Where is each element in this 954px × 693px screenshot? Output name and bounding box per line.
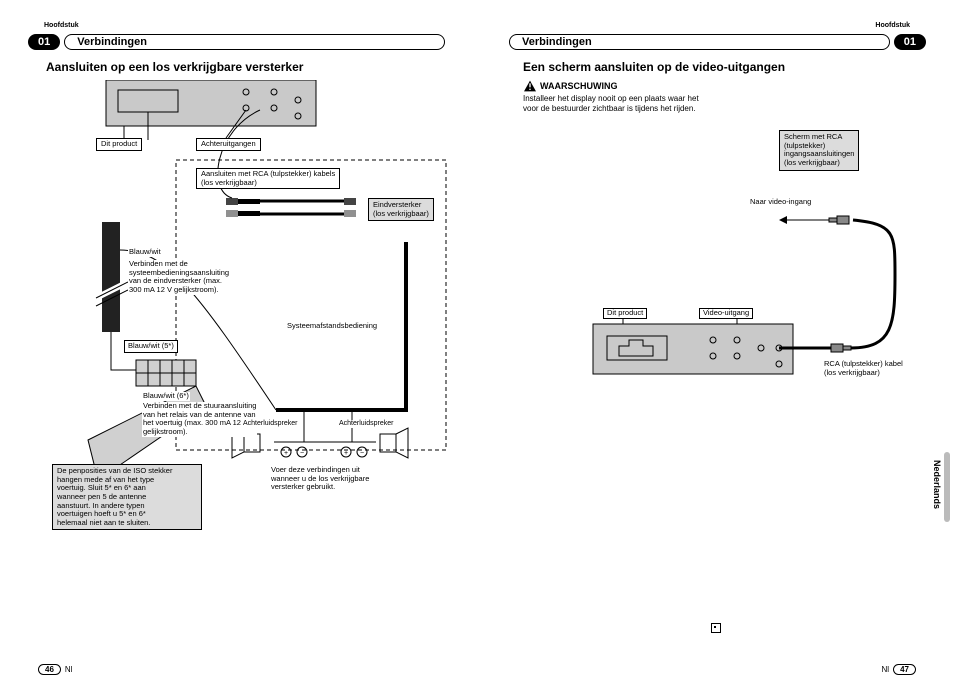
- page-right: Hoofdstuk 01 Verbindingen Een scherm aan…: [477, 0, 954, 693]
- chapter-label-right: Hoofdstuk: [875, 22, 910, 29]
- label-rca-note: Aansluiten met RCA (tulpstekker) kabels …: [196, 168, 340, 189]
- svg-text:+: +: [284, 450, 288, 457]
- label-video-uitgang: Video-uitgang: [699, 308, 753, 319]
- page-number-right: 47: [893, 664, 916, 675]
- label-dit-product: Dit product: [96, 138, 142, 151]
- page-footer-right: Nl 47: [882, 664, 916, 675]
- language-tab-bar: [944, 452, 950, 522]
- wiring-svg-right: [523, 124, 923, 424]
- label-blauwwit-desc: Verbinden met de systeembedieningsaanslu…: [128, 260, 230, 295]
- chapter-number-pill-left: 01: [28, 34, 60, 50]
- label-blauwwit5: Blauw/wit (5*): [124, 340, 178, 353]
- section-bar-right: 01 Verbindingen: [505, 34, 926, 50]
- chapter-label-left: Hoofdstuk: [44, 22, 79, 29]
- section-end-icon: [711, 623, 721, 633]
- label-achterluidspreker-r: Achterluidspreker: [338, 420, 394, 428]
- page-footer-left: 46 Nl: [38, 664, 72, 675]
- warning-body: Installeer het display nooit op een plaa…: [523, 94, 753, 114]
- svg-text:+: +: [344, 450, 348, 457]
- language-tab: Nederlands: [932, 460, 942, 509]
- section-bar-left: 01 Verbindingen: [28, 34, 449, 50]
- svg-text:−: −: [300, 450, 304, 457]
- label-systeem: Systeemafstandsbediening: [286, 322, 378, 331]
- label-dit-product-r: Dit product: [603, 308, 647, 319]
- section-title-left: Verbindingen: [64, 34, 445, 50]
- page-number-left: 46: [38, 664, 61, 675]
- warning-icon: [523, 80, 537, 92]
- diagram-amplifier: + − + − Dit product Achteruitgangen Aans…: [46, 80, 466, 540]
- svg-text:−: −: [360, 450, 364, 457]
- label-achterluidspreker-l: Achterluidspreker: [242, 420, 298, 428]
- warning-label: WAARSCHUWING: [540, 81, 618, 91]
- warning-row: WAARSCHUWING: [523, 80, 926, 92]
- heading-right: Een scherm aansluiten op de video-uitgan…: [523, 60, 926, 74]
- label-blauwwit6-desc: Verbinden met de stuuraansluiting van he…: [142, 402, 257, 437]
- heading-left: Aansluiten op een los verkrijgbare verst…: [46, 60, 449, 74]
- lang-code-right: Nl: [882, 665, 890, 674]
- label-blauwwit-head: Blauw/wit: [128, 248, 162, 257]
- diagram-video: Scherm met RCA (tulpstekker) ingangsaans…: [523, 124, 923, 424]
- label-naar-video: Naar video-ingang: [749, 198, 812, 207]
- lang-code-left: Nl: [65, 665, 73, 674]
- section-title-right: Verbindingen: [509, 34, 890, 50]
- label-eindversterker: Eindversterker (los verkrijgbaar): [368, 198, 434, 221]
- chapter-number-pill-right: 01: [894, 34, 926, 50]
- label-scherm-box: Scherm met RCA (tulpstekker) ingangsaans…: [779, 130, 859, 171]
- label-blauwwit6: Blauw/wit (6*): [142, 392, 190, 401]
- label-achteruitgangen: Achteruitgangen: [196, 138, 261, 151]
- page-left: Hoofdstuk 01 Verbindingen Aansluiten op …: [0, 0, 477, 693]
- label-rca-kabel: RCA (tulpstekker) kabel (los verkrijgbaa…: [823, 360, 904, 377]
- label-voer-deze: Voer deze verbindingen uit wanneer u de …: [270, 466, 370, 492]
- label-iso-note: De penposities van de ISO stekker hangen…: [52, 464, 202, 530]
